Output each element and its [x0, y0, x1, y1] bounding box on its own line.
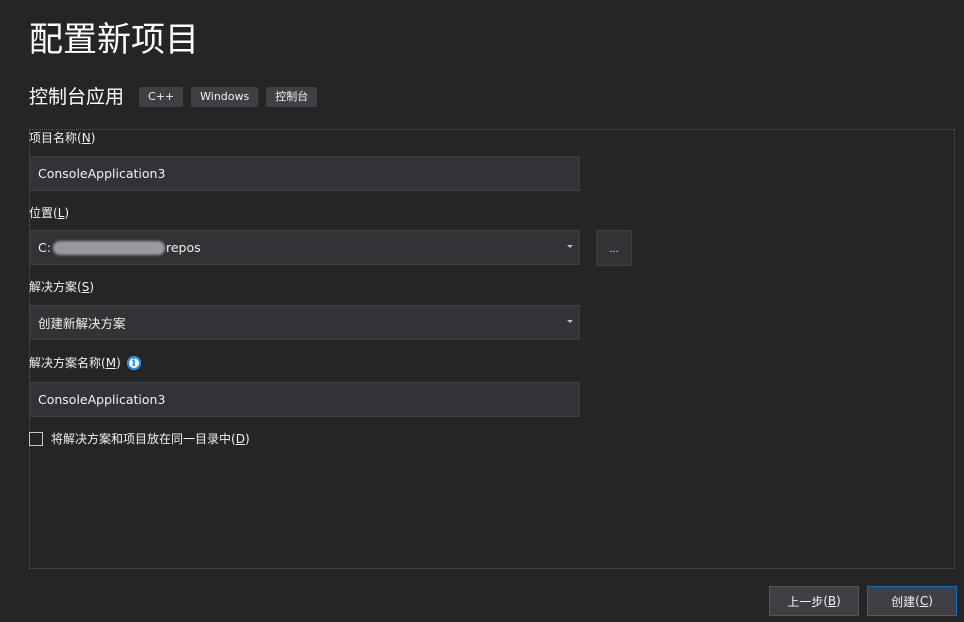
project-name-label-text: 项目名称	[29, 131, 78, 145]
tag-language: C++	[139, 87, 184, 107]
location-path-redaction	[52, 240, 165, 255]
create-button[interactable]: 创建(C)	[867, 586, 957, 616]
project-name-mnemonic: N	[81, 131, 91, 145]
tag-project-type: 控制台	[266, 87, 318, 107]
location-mnemonic: L	[57, 206, 65, 220]
same-directory-mnemonic: D	[235, 431, 245, 446]
back-button[interactable]: 上一步(B)	[769, 586, 859, 616]
solution-dropdown-arrow-icon[interactable]	[567, 320, 573, 323]
solution-label: 解决方案(S)	[29, 280, 95, 294]
solution-name-label-text: 解决方案名称	[29, 356, 102, 370]
template-name: 控制台应用	[29, 86, 125, 108]
same-directory-checkbox[interactable]	[29, 431, 43, 446]
solution-name-label: 解决方案名称(M) i	[29, 354, 141, 372]
info-icon[interactable]: i	[126, 356, 141, 370]
location-combobox[interactable]: C: repos	[29, 230, 580, 265]
create-button-mnemonic: C	[919, 594, 929, 608]
project-name-input[interactable]	[38, 166, 579, 181]
browse-location-button[interactable]: ...	[596, 230, 632, 266]
form-frame	[29, 129, 955, 569]
location-label-text: 位置	[29, 206, 54, 220]
location-path-prefix: C:	[38, 240, 51, 255]
solution-label-text: 解决方案	[29, 280, 78, 294]
solution-dropdown[interactable]: 创建新解决方案	[29, 305, 580, 340]
project-name-field[interactable]	[29, 156, 580, 191]
back-button-mnemonic: B	[827, 594, 837, 608]
tag-platform: Windows	[191, 87, 259, 107]
template-header: 控制台应用 C++ Windows 控制台	[29, 84, 325, 110]
back-button-label: 上一步	[787, 594, 824, 609]
location-dropdown-arrow-icon[interactable]	[567, 245, 573, 248]
solution-mnemonic: S	[81, 280, 90, 294]
create-button-label: 创建	[891, 594, 916, 609]
location-path-suffix: repos	[165, 240, 201, 255]
solution-name-field[interactable]	[29, 382, 580, 417]
location-label: 位置(L)	[29, 206, 70, 220]
same-directory-label: 将解决方案和项目放在同一目录中	[51, 432, 232, 446]
solution-name-mnemonic: M	[105, 356, 117, 370]
page-title: 配置新项目	[29, 20, 199, 60]
project-name-label: 项目名称(N)	[29, 131, 96, 145]
solution-selected-value: 创建新解决方案	[38, 316, 126, 331]
solution-name-input[interactable]	[38, 392, 579, 407]
same-directory-option[interactable]: 将解决方案和项目放在同一目录中(D)	[29, 430, 250, 447]
configure-project-dialog: 配置新项目 控制台应用 C++ Windows 控制台 项目名称(N) 位置(L…	[0, 0, 964, 622]
